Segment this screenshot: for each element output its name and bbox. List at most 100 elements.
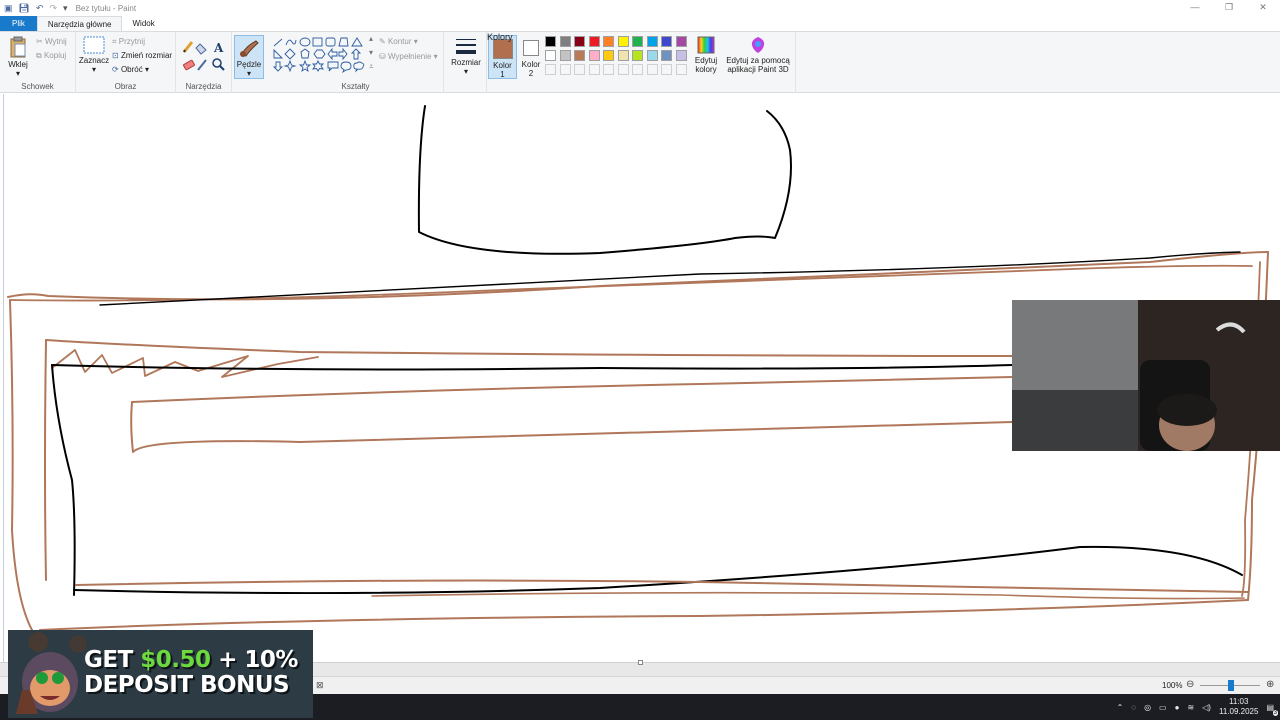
cut-button[interactable]: ✂ Wytnij (36, 37, 67, 46)
crop-button[interactable]: ⌗ Przytnij (112, 37, 145, 47)
fill-button[interactable]: ⛁ Wypełnienie ▾ (379, 52, 438, 61)
outline-label: Kontur (387, 37, 412, 46)
close-button[interactable]: ✕ (1246, 0, 1280, 14)
arrow-up-shape-icon (350, 48, 362, 60)
magnifier-icon[interactable] (212, 58, 225, 71)
six-point-star-shape-icon (311, 59, 325, 72)
promo-line-2: DEPOSIT BONUS (84, 672, 290, 698)
notification-count-badge: 3 (1272, 709, 1278, 716)
battery-icon[interactable]: ▭ (1159, 703, 1167, 712)
wifi-icon[interactable]: ≋ (1187, 703, 1194, 712)
redo-icon[interactable]: ↷ (50, 3, 58, 14)
shapes-gallery[interactable] (272, 37, 372, 77)
clock[interactable]: 11:03 11.09.2025 (1219, 697, 1258, 717)
webcam-overlay (1012, 300, 1280, 451)
copy-button[interactable]: ⧉ Kopiuj (36, 51, 66, 61)
notification-center-icon[interactable]: ▤ 3 (1266, 703, 1278, 716)
tools-group: A Narzędzia (176, 32, 232, 93)
outline-button[interactable]: ✎ Kontur ▾ (379, 37, 418, 46)
webcam-feed-image (1012, 300, 1280, 451)
tab-home[interactable]: Narzędzia główne (36, 16, 123, 31)
promo-percent: + 10% (210, 647, 298, 673)
brown-stroke-bottom-rail (75, 579, 1249, 593)
black-stroke-board (51, 364, 1013, 371)
eraser-icon[interactable] (183, 59, 195, 71)
line-size-icon (456, 39, 476, 54)
pentagon-shape-icon (300, 48, 310, 59)
promo-line-1: GET $0.50 + 10% (84, 648, 298, 673)
resize-button[interactable]: ⊡ Zmień rozmiar (112, 51, 172, 60)
hexagon-shape-icon (313, 49, 326, 59)
arrow-left-shape-icon (327, 47, 338, 61)
size-chevron-icon: ▾ (463, 67, 468, 76)
brushes-button[interactable]: Pędzle ▾ (234, 35, 264, 79)
copy-label: Kopiuj (43, 51, 67, 60)
save-icon[interactable]: 💾︎ (19, 3, 30, 14)
image-group-label: Obraz (114, 82, 137, 91)
black-stroke-frame-top (99, 251, 1241, 306)
promo-banner[interactable]: GET $0.50 + 10% DEPOSIT BONUS (8, 630, 313, 718)
undo-icon[interactable]: ↶ (36, 3, 44, 14)
quick-access-toolbar: ▣ 💾︎ ↶ ↷ ▾ (0, 3, 68, 14)
five-point-star-shape-icon (298, 59, 312, 73)
tools-icons: A (182, 41, 225, 71)
paste-label: Wklej (8, 60, 28, 69)
line-shape-icon (273, 38, 283, 47)
canvas-resize-handle[interactable] (638, 660, 643, 665)
rotate-label: Obróć (120, 65, 143, 74)
shapes-scroll-up[interactable]: ▴ (369, 34, 373, 43)
clock-time: 11:03 (1228, 697, 1249, 706)
image-group: Zaznacz ▾ ⌗ Przytnij ⊡ Zmień rozmiar ⟳ O… (76, 32, 176, 93)
volume-icon[interactable]: ◁) (1202, 703, 1211, 712)
microphone-icon[interactable]: ● (1175, 703, 1180, 712)
brushes-chevron-icon: ▾ (246, 69, 251, 78)
shapes-scroll-down[interactable]: ▾ (369, 48, 373, 57)
colors-group-label: Kolory (487, 32, 513, 42)
curve-shape-icon (285, 39, 297, 46)
tab-file[interactable]: Plik (0, 16, 37, 31)
zoom-level: 100% (1162, 681, 1183, 690)
brown-stroke-frame-bottom (39, 599, 1249, 631)
tab-view[interactable]: Widok (122, 16, 164, 31)
rotate-button[interactable]: ⟳ Obróć ▾ (112, 65, 149, 74)
rectangle-shape-icon (312, 37, 323, 47)
scissors-icon: ✂ (36, 37, 43, 46)
brown-stroke-zigzag (51, 349, 319, 378)
brush-icon (240, 40, 259, 57)
paste-button[interactable]: Wklej ▾ (4, 36, 32, 78)
zoom-slider-thumb[interactable] (1228, 680, 1234, 691)
paint-app-icon[interactable]: ▣ (4, 3, 13, 14)
brown-stroke-frame-left (9, 299, 33, 631)
zoom-in-button[interactable]: ⊕ (1266, 679, 1274, 690)
brown-stroke-bottom-rail-2 (371, 591, 1245, 600)
black-stroke-board-left (51, 364, 76, 596)
fill-bucket-icon[interactable] (195, 43, 207, 55)
rounded-rectangle-shape-icon (325, 37, 336, 47)
zoom-out-button[interactable]: ⊖ (1186, 679, 1194, 690)
diamond-shape-icon (284, 48, 296, 60)
update-icon[interactable]: ◎ (1144, 703, 1151, 712)
minimize-button[interactable]: — (1178, 0, 1212, 14)
brown-stroke-board-left (44, 339, 47, 581)
paste-chevron-icon: ▾ (15, 69, 20, 78)
shapes-group-label: Kształty (341, 82, 370, 91)
ribbon-tabs: Plik Narzędzia główne Widok (0, 16, 1280, 31)
size-button[interactable]: Rozmiar ▾ (448, 36, 484, 76)
customize-chevron-icon[interactable]: ▾ (63, 3, 68, 14)
color-picker-icon[interactable] (197, 59, 207, 71)
promo-amount: $0.50 (140, 647, 211, 673)
promo-get: GET (84, 647, 141, 673)
network-icon[interactable]: ◌ (1131, 703, 1136, 712)
restore-button[interactable]: ❐ (1212, 0, 1246, 14)
text-icon[interactable]: A (213, 41, 224, 55)
tools-group-label: Narzędzia (185, 82, 222, 91)
canvas-border (3, 94, 4, 662)
pencil-icon[interactable] (182, 41, 194, 53)
clipboard-group-label: Schowek (21, 82, 54, 91)
paste-icon (10, 36, 26, 58)
select-button[interactable]: Zaznacz ▾ (78, 36, 110, 74)
tray-overflow-icon[interactable]: ⌃ (1117, 703, 1124, 712)
shapes-expand[interactable]: ⩡ (369, 62, 374, 72)
resize-label: Zmień rozmiar (120, 51, 173, 60)
clipboard-group: Wklej ▾ ✂ Wytnij ⧉ Kopiuj Schowek (0, 32, 76, 93)
